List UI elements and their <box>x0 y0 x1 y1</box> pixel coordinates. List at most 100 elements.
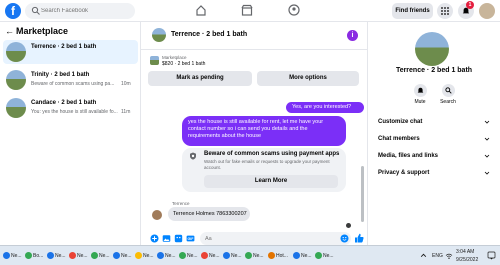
marketplace-icon[interactable] <box>240 3 254 17</box>
taskbar-item[interactable]: Ne... <box>223 250 242 262</box>
marketplace-heading: ← Marketplace <box>5 26 69 36</box>
conversation-item-trinity[interactable]: Trinity · 2 bed 1 bath Beware of common … <box>3 68 138 92</box>
listing-thumbnail <box>6 98 26 118</box>
seen-indicator <box>346 223 351 228</box>
conversation-preview: You: yes the house is still available fo… <box>31 109 118 115</box>
emoji-icon[interactable] <box>340 234 349 243</box>
clock-time[interactable]: 3:04 AM <box>456 249 474 255</box>
home-icon[interactable] <box>194 3 208 17</box>
sender-avatar[interactable] <box>152 210 162 220</box>
language-indicator[interactable]: ENG <box>432 253 443 259</box>
listing-label: Marketplace <box>162 55 187 60</box>
browser-icon <box>293 252 300 260</box>
taskbar-item[interactable]: Ne... <box>47 250 66 262</box>
row-label: Privacy & support <box>378 170 430 176</box>
browser-icon <box>315 252 322 260</box>
browser-icon <box>47 252 54 260</box>
account-avatar[interactable] <box>479 3 495 19</box>
chevron-down-icon <box>484 171 490 175</box>
taskbar-label: Ne... <box>143 253 154 259</box>
listing-thumbnail <box>6 70 26 90</box>
taskbar-label: Ne... <box>77 253 88 259</box>
wifi-icon[interactable] <box>445 252 453 260</box>
shield-icon <box>190 152 196 160</box>
notification-center-icon[interactable] <box>487 251 496 260</box>
mail-icon <box>268 252 275 260</box>
message-input[interactable] <box>205 234 335 243</box>
mute-button[interactable]: Mute <box>405 84 435 105</box>
browser-icon <box>135 252 142 260</box>
sticker-icon[interactable] <box>174 234 183 243</box>
conversation-item-candace[interactable]: Candace · 2 bed 1 bath You: yes the hous… <box>3 96 138 120</box>
taskbar-item[interactable]: Ne... <box>3 250 22 262</box>
plus-circle-icon[interactable] <box>150 234 159 243</box>
taskbar-item[interactable]: Ne... <box>91 250 110 262</box>
privacy-support-row[interactable]: Privacy & support <box>378 170 490 180</box>
facebook-logo[interactable]: f <box>5 3 21 19</box>
chevron-down-icon <box>484 137 490 141</box>
row-label: Media, files and links <box>378 153 439 159</box>
taskbar-item[interactable]: Bo... <box>25 250 43 262</box>
scam-warning-card: Beware of common scams using payment app… <box>182 148 346 192</box>
browser-icon <box>91 252 98 260</box>
taskbar-label: Bo... <box>33 253 44 259</box>
taskbar-label: Ne... <box>253 253 264 259</box>
mute-label: Mute <box>414 99 426 105</box>
message-input-box[interactable] <box>200 232 351 245</box>
clock-date[interactable]: 9/25/2022 <box>456 257 478 263</box>
taskbar-item[interactable]: Ne... <box>69 250 88 262</box>
search-conversation-button[interactable]: Search <box>433 84 463 105</box>
conversation-time: 10m <box>121 81 131 87</box>
top-bar: f Find friends 1 <box>0 0 500 22</box>
taskbar-item[interactable]: Ne... <box>315 250 334 262</box>
taskbar-item[interactable]: Ne... <box>201 250 220 262</box>
info-icon[interactable]: i <box>347 30 358 41</box>
media-files-links-row[interactable]: Media, files and links <box>378 153 490 163</box>
taskbar-item[interactable]: Ne... <box>293 250 312 262</box>
more-options-button[interactable]: More options <box>257 71 359 86</box>
taskbar-label: Ne... <box>187 253 198 259</box>
search-box[interactable] <box>25 3 135 19</box>
menu-button[interactable] <box>437 3 453 19</box>
taskbar-label: Ne... <box>231 253 242 259</box>
sender-name: Terrence <box>172 201 190 206</box>
search-icon <box>441 84 455 97</box>
row-label: Customize chat <box>378 119 423 125</box>
taskbar-label: Ne... <box>301 253 312 259</box>
conversation-details-panel: Terrence · 2 bed 1 bath Mute Search Cust… <box>368 22 500 245</box>
taskbar-item[interactable]: Ne... <box>157 250 176 262</box>
scam-warning-title: Beware of common scams using payment app… <box>204 151 340 157</box>
conversation-photo <box>415 32 449 66</box>
taskbar-label: Ne... <box>165 253 176 259</box>
listing-thumbnail <box>6 42 26 62</box>
gif-icon[interactable]: GIF <box>186 234 195 243</box>
taskbar-item[interactable]: Ne... <box>179 250 198 262</box>
taskbar-item[interactable]: Ne... <box>113 250 132 262</box>
listing-card[interactable]: Marketplace $820 · 2 bed 1 bath <box>148 55 358 67</box>
chat-title[interactable]: Terrence · 2 bed 1 bath <box>171 31 247 38</box>
outgoing-message: Yes, are you interested? <box>286 102 364 113</box>
incoming-message: Terrence Holmes 7863300207 <box>168 207 250 221</box>
taskbar-item[interactable]: Ne... <box>245 250 264 262</box>
taskbar-item[interactable]: Hot... <box>268 250 288 262</box>
customize-chat-row[interactable]: Customize chat <box>378 119 490 129</box>
message-composer: GIF <box>141 232 368 245</box>
taskbar-label: Hot... <box>276 253 288 259</box>
groups-icon[interactable] <box>287 3 301 17</box>
search-label: Search <box>440 99 456 105</box>
conversation-item-terrence[interactable]: Terrence · 2 bed 1 bath <box>3 40 138 64</box>
learn-more-button[interactable]: Learn More <box>204 175 338 188</box>
chat-scrollbar[interactable] <box>361 166 364 222</box>
image-icon[interactable] <box>162 234 171 243</box>
chevron-up-icon[interactable] <box>420 252 427 259</box>
mark-as-pending-button[interactable]: Mark as pending <box>148 71 252 86</box>
back-arrow-icon[interactable]: ← <box>5 26 14 36</box>
thumbs-up-icon[interactable] <box>354 233 364 243</box>
bell-icon <box>413 84 427 97</box>
chat-members-row[interactable]: Chat members <box>378 136 490 146</box>
taskbar-label: Ne... <box>55 253 66 259</box>
taskbar-item[interactable]: Ne... <box>135 250 154 262</box>
search-input[interactable] <box>41 5 131 17</box>
find-friends-button[interactable]: Find friends <box>392 3 433 19</box>
taskbar-label: Ne... <box>121 253 132 259</box>
